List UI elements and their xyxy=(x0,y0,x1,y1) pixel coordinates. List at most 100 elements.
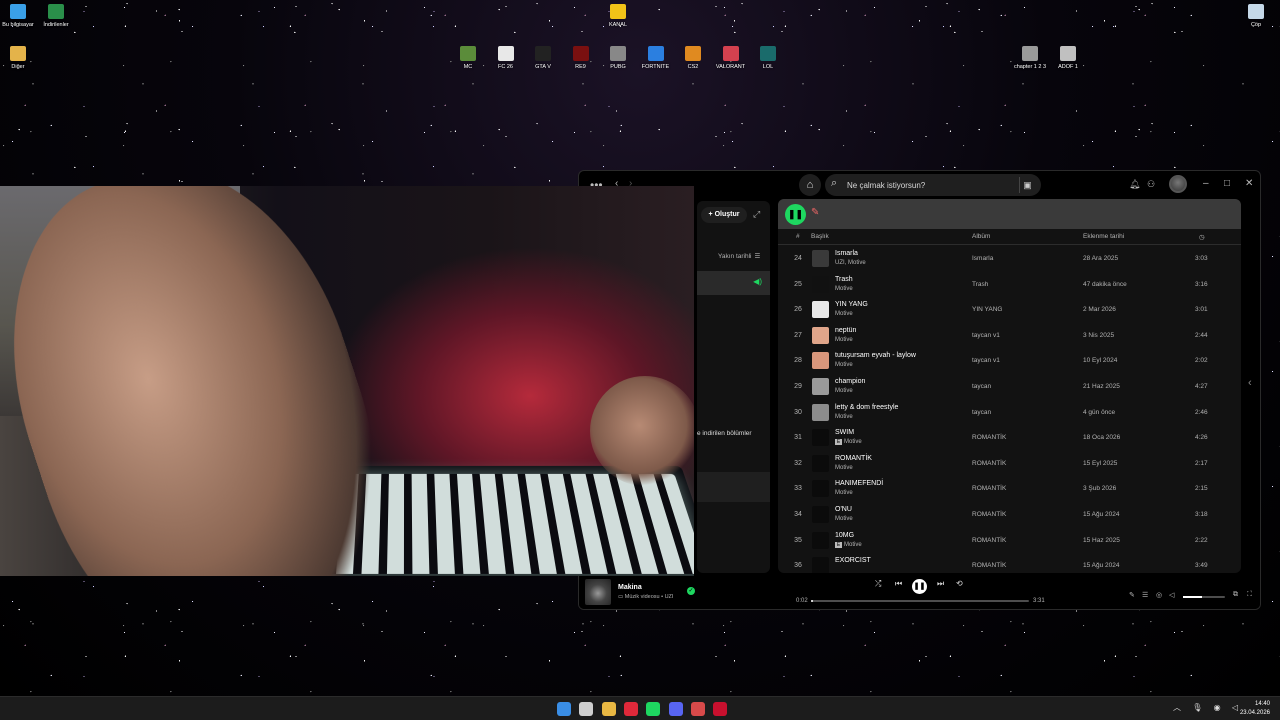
track-title[interactable]: champion xyxy=(835,378,865,385)
volume-slider[interactable] xyxy=(1183,596,1225,598)
column-title[interactable]: Başlık xyxy=(811,233,829,240)
minimize-icon[interactable]: – xyxy=(1203,178,1209,189)
search-input[interactable] xyxy=(847,178,1017,192)
track-row[interactable]: 34 O'NU Motive ROMANTİK 15 Ağu 2024 3:18 xyxy=(778,502,1241,528)
track-album[interactable]: taycan v1 xyxy=(972,332,1000,339)
track-album[interactable]: Ismarla xyxy=(972,255,993,262)
next-icon[interactable]: ⏭ xyxy=(937,579,944,589)
tray-chevron-icon[interactable]: ︿ xyxy=(1173,703,1181,712)
taskbar-opera-icon[interactable] xyxy=(623,702,638,716)
lyrics-pen-icon[interactable]: ✎ xyxy=(1129,591,1135,599)
desktop-icon-left-2[interactable]: Diğer xyxy=(0,46,42,70)
track-artist[interactable]: Motive xyxy=(835,490,853,496)
search-bar[interactable]: ⌕ ▣ xyxy=(825,174,1041,196)
repeat-icon[interactable]: ⟲ xyxy=(956,579,963,588)
now-playing-artist[interactable]: ▭ Müzik videosu • UZI xyxy=(618,594,673,600)
track-artist[interactable]: E Motive xyxy=(835,541,862,548)
profile-avatar[interactable] xyxy=(1169,175,1187,193)
column-album[interactable]: Albüm xyxy=(972,233,990,240)
track-row[interactable]: 24 Ismarla UZI, Motive Ismarla 28 Ara 2025 3:… xyxy=(778,246,1241,272)
desktop-icon-right-1[interactable]: ADOF 1 xyxy=(1044,46,1092,70)
track-row[interactable]: 31 SWIM E Motive ROMANTİK 18 Oca 2026 4:26 xyxy=(778,425,1241,451)
track-album[interactable]: YIN YANG xyxy=(972,306,1002,313)
track-row[interactable]: 27 neptün Motive taycan v1 3 Nis 2025 2:44 xyxy=(778,323,1241,349)
downloaded-episodes-label[interactable]: e indirilen bölümler xyxy=(697,430,752,437)
create-button[interactable]: + Oluştur xyxy=(701,207,747,223)
fullscreen-icon[interactable]: ⛶ xyxy=(1247,591,1252,599)
track-row[interactable]: 33 HANIMEFENDİ Motive ROMANTİK 3 Şub 2026 2:1… xyxy=(778,476,1241,502)
connect-device-icon[interactable]: ◎ xyxy=(1156,591,1162,599)
track-album[interactable]: ROMANTİK xyxy=(972,434,1006,441)
library-item-active[interactable]: ◀︎) xyxy=(697,271,770,295)
taskbar-start-icon[interactable] xyxy=(557,702,571,716)
track-row[interactable]: 30 letty & dom freestyle Motive taycan 4 gün… xyxy=(778,400,1241,426)
close-icon[interactable]: ✕ xyxy=(1245,178,1253,189)
library-item[interactable] xyxy=(697,472,770,502)
taskbar-spotify-icon[interactable] xyxy=(646,702,661,716)
previous-icon[interactable]: ⏮ xyxy=(895,579,902,589)
track-row[interactable]: 25 Trash Motive Trash 47 dakika önce 3:16 xyxy=(778,272,1241,298)
track-title[interactable]: neptün xyxy=(835,327,856,334)
track-album[interactable]: ROMANTİK xyxy=(972,485,1006,492)
progress-bar[interactable] xyxy=(811,600,1029,602)
track-album[interactable]: ROMANTİK xyxy=(972,511,1006,518)
expand-icon[interactable]: ⤢ xyxy=(753,209,760,220)
track-title[interactable]: EXORCIST xyxy=(835,557,871,564)
picture-in-picture-video[interactable] xyxy=(0,186,694,576)
browse-icon[interactable]: ▣ xyxy=(1019,177,1035,193)
desktop-icon-kanal[interactable]: KANAL xyxy=(594,4,642,28)
saved-check-icon[interactable]: ✓ xyxy=(687,587,695,595)
track-title[interactable]: tutuşursam eyvah - laylow xyxy=(835,352,916,359)
track-title[interactable]: HANIMEFENDİ xyxy=(835,480,883,487)
track-artist[interactable]: E Motive xyxy=(835,439,862,446)
track-album[interactable]: taycan xyxy=(972,409,991,416)
now-playing-cover[interactable] xyxy=(585,579,611,605)
track-title[interactable]: YIN YANG xyxy=(835,301,868,308)
track-title[interactable]: O'NU xyxy=(835,506,852,513)
track-artist[interactable]: Motive xyxy=(835,516,853,522)
volume-icon[interactable]: ◁ xyxy=(1169,591,1174,599)
track-artist[interactable]: Motive xyxy=(835,414,853,420)
desktop-icon-recycle-bin[interactable]: Çöp xyxy=(1232,4,1280,28)
clock[interactable]: 14:40 23.04.2026 xyxy=(1240,700,1270,718)
track-title[interactable]: letty & dom freestyle xyxy=(835,404,898,411)
speaker-icon[interactable]: ◁ xyxy=(1232,703,1238,712)
track-album[interactable]: taycan v1 xyxy=(972,357,1000,364)
track-title[interactable]: Trash xyxy=(835,276,853,283)
home-button[interactable]: ⌂ xyxy=(799,174,821,196)
now-playing-title[interactable]: Makina xyxy=(618,584,642,591)
queue-icon[interactable]: ☰ xyxy=(1142,591,1148,599)
taskbar-discord-icon[interactable] xyxy=(668,702,683,716)
track-row[interactable]: 28 tutuşursam eyvah - laylow Motive taycan … xyxy=(778,348,1241,374)
notification-bell-icon[interactable]: 🔔︎ xyxy=(1129,179,1140,190)
taskbar-red-app-icon[interactable] xyxy=(713,702,728,716)
pause-playlist-button[interactable]: ❚❚ xyxy=(785,204,806,225)
sort-button[interactable]: Yakın tarihli ☰ xyxy=(715,252,760,260)
network-icon[interactable]: ◉ xyxy=(1214,703,1221,712)
track-row[interactable]: 29 champion Motive taycan 21 Haz 2025 4:27 xyxy=(778,374,1241,400)
track-album[interactable]: Trash xyxy=(972,281,988,288)
taskbar-task-view-icon[interactable] xyxy=(579,702,594,716)
track-album[interactable]: ROMANTİK xyxy=(972,537,1006,544)
maximize-icon[interactable]: □ xyxy=(1224,178,1230,189)
track-album[interactable]: ROMANTİK xyxy=(972,460,1006,467)
pause-button[interactable]: ❚❚ xyxy=(912,579,927,594)
track-artist[interactable]: Motive xyxy=(835,337,853,343)
right-panel-arrow-icon[interactable]: ‹ xyxy=(1248,377,1252,389)
playlist-pill-icon[interactable]: ✎ xyxy=(811,207,825,221)
track-album[interactable]: ROMANTİK xyxy=(972,562,1006,569)
track-title[interactable]: ROMANTİK xyxy=(835,455,872,462)
track-row[interactable]: 26 YIN YANG Motive YIN YANG 2 Mar 2026 3:01 xyxy=(778,297,1241,323)
track-title[interactable]: SWIM xyxy=(835,429,854,436)
microphone-icon[interactable]: 🎙︎ xyxy=(1192,703,1202,712)
track-album[interactable]: taycan xyxy=(972,383,991,390)
miniplayer-icon[interactable]: ⧉ xyxy=(1233,591,1238,599)
track-row[interactable]: 36 EXORCIST ROMANTİK 15 Ağu 2024 3:49 xyxy=(778,553,1241,573)
track-title[interactable]: 10MG xyxy=(835,532,854,539)
shuffle-icon[interactable]: ⤮ xyxy=(875,579,881,589)
track-artist[interactable]: UZI, Motive xyxy=(835,260,866,266)
track-row[interactable]: 32 ROMANTİK Motive ROMANTİK 15 Eyl 2025 2:17 xyxy=(778,451,1241,477)
track-artist[interactable]: Motive xyxy=(835,362,853,368)
friends-activity-icon[interactable]: ⚇ xyxy=(1147,179,1155,190)
column-added[interactable]: Eklenme tarihi xyxy=(1083,233,1124,240)
